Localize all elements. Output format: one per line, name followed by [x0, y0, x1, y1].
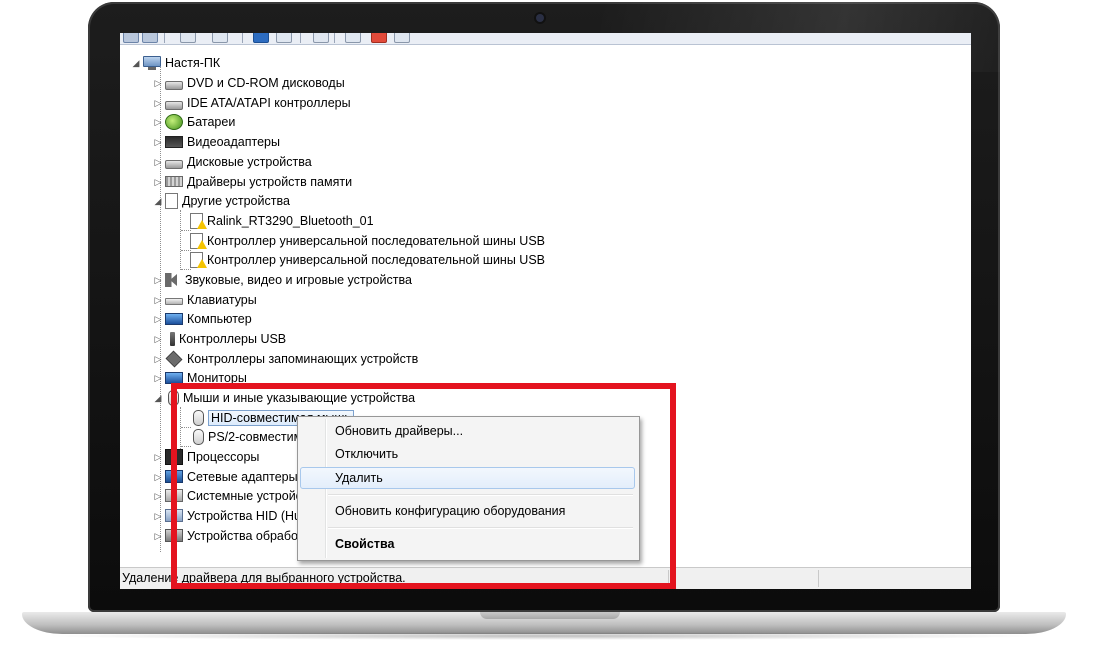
disable-icon[interactable]: [394, 33, 410, 43]
webcam-icon: [536, 14, 544, 22]
expand-arrow-icon[interactable]: ▷: [154, 78, 162, 88]
tree-item-dvd-drives[interactable]: ▷ DVD и CD-ROM дисководы: [154, 73, 345, 92]
forward-icon[interactable]: [142, 33, 158, 43]
tree-connector: [180, 210, 181, 270]
expand-arrow-icon[interactable]: ▷: [154, 177, 162, 187]
tree-item-label: IDE ATA/ATAPI контроллеры: [187, 95, 351, 110]
help-icon[interactable]: [253, 33, 269, 43]
tree-item-computer[interactable]: ▷ Компьютер: [154, 309, 252, 328]
expand-arrow-icon[interactable]: ▷: [154, 491, 162, 501]
usb-icon: [170, 331, 175, 346]
collapse-arrow-icon[interactable]: ◢: [132, 58, 140, 68]
expand-arrow-icon[interactable]: ▷: [154, 334, 162, 344]
tree-item-label: Звуковые, видео и игровые устройства: [185, 272, 412, 287]
tree-item-label: Другие устройства: [182, 193, 290, 208]
toolbar-separator: [242, 33, 243, 43]
tree-item-label: Клавиатуры: [187, 292, 257, 307]
display-adapter-icon: [165, 135, 183, 148]
tree-item-label: DVD и CD-ROM дисководы: [187, 75, 345, 90]
tree-item-usb-controller[interactable]: Контроллер универсальной последовательно…: [190, 250, 545, 269]
laptop-base-notch: [480, 612, 620, 619]
expand-arrow-icon[interactable]: ▷: [154, 452, 162, 462]
back-icon[interactable]: [123, 33, 139, 43]
tree-item-disk-drives[interactable]: ▷ Дисковые устройства: [154, 152, 312, 171]
unknown-device-icon: [165, 192, 178, 209]
monitor-icon: [165, 371, 183, 384]
tree-item-sound-devices[interactable]: ▷ Звуковые, видео и игровые устройства: [154, 270, 412, 289]
tree-root-label: Настя-ПК: [165, 55, 221, 70]
tree-item-label: Контроллеры запоминающих устройств: [187, 351, 419, 366]
tree-item-ralink-bluetooth[interactable]: Ralink_RT3290_Bluetooth_01: [190, 211, 374, 230]
expand-arrow-icon[interactable]: ▷: [154, 157, 162, 167]
toolbar-separator: [164, 33, 165, 43]
toolbar-separator: [334, 33, 335, 43]
expand-arrow-icon[interactable]: ▷: [154, 137, 162, 147]
tree-item-memory-devices[interactable]: ▷ Драйверы устройств памяти: [154, 172, 353, 191]
expand-arrow-icon[interactable]: ▷: [154, 117, 162, 127]
tree-item-ide-controllers[interactable]: ▷ IDE ATA/ATAPI контроллеры: [154, 93, 351, 112]
ide-controller-icon: [165, 100, 183, 110]
collapse-arrow-icon[interactable]: ◢: [154, 196, 162, 206]
properties-icon[interactable]: [212, 33, 228, 43]
battery-icon: [165, 113, 183, 130]
tree-item-other-devices[interactable]: ◢ Другие устройства: [154, 191, 290, 210]
expand-arrow-icon[interactable]: ▷: [154, 295, 162, 305]
tree-item-label: Драйверы устройств памяти: [187, 174, 353, 189]
tree-item-usb-controller[interactable]: Контроллер универсальной последовательно…: [190, 231, 545, 250]
tree-item-keyboards[interactable]: ▷ Клавиатуры: [154, 290, 257, 309]
tree-item-display-adapters[interactable]: ▷ Видеоадаптеры: [154, 132, 280, 151]
uninstall-icon[interactable]: [371, 33, 387, 43]
expand-arrow-icon[interactable]: ▷: [154, 472, 162, 482]
tree-item-label: Батареи: [187, 114, 236, 129]
dvd-drive-icon: [165, 80, 183, 90]
tree-item-usb-controllers[interactable]: ▷ Контроллеры USB: [154, 329, 286, 348]
update-driver-icon[interactable]: [345, 33, 361, 43]
disk-drive-icon: [165, 159, 183, 169]
tree-item-label: Дисковые устройства: [187, 154, 312, 169]
expand-arrow-icon[interactable]: ▷: [154, 275, 162, 285]
tree-item-label: Контроллеры USB: [179, 331, 287, 346]
expand-arrow-icon[interactable]: ▷: [154, 354, 162, 364]
view-icon[interactable]: [276, 33, 292, 43]
tree-item-batteries[interactable]: ▷ Батареи: [154, 112, 235, 131]
warning-device-icon: [190, 212, 207, 229]
tree-root[interactable]: ◢ Настя-ПК: [132, 53, 220, 72]
tree-item-label: Контроллер универсальной последовательно…: [207, 252, 545, 267]
speaker-icon: [165, 272, 181, 287]
scan-hardware-icon[interactable]: [313, 33, 329, 43]
computer-icon: [143, 55, 161, 70]
collapse-arrow-icon[interactable]: ◢: [154, 393, 162, 403]
memory-device-icon: [165, 176, 183, 187]
tree-item-label: Компьютер: [187, 311, 252, 326]
laptop-shadow: [40, 632, 1048, 640]
toolbar: [120, 33, 971, 45]
expand-arrow-icon[interactable]: ▷: [154, 511, 162, 521]
toolbar-separator: [300, 33, 301, 43]
warning-device-icon: [190, 251, 207, 268]
warning-device-icon: [190, 232, 207, 249]
storage-controller-icon: [165, 350, 183, 367]
tree-item-label: Ralink_RT3290_Bluetooth_01: [207, 213, 374, 228]
tree-item-label: Видеоадаптеры: [187, 134, 280, 149]
expand-arrow-icon[interactable]: ▷: [154, 531, 162, 541]
tree-item-storage-controllers[interactable]: ▷ Контроллеры запоминающих устройств: [154, 349, 418, 368]
expand-arrow-icon[interactable]: ▷: [154, 373, 162, 383]
computer-icon: [165, 312, 183, 325]
expand-arrow-icon[interactable]: ▷: [154, 98, 162, 108]
expand-arrow-icon[interactable]: ▷: [154, 314, 162, 324]
red-highlight-frame: [171, 383, 676, 589]
show-hide-tree-icon[interactable]: [180, 33, 196, 43]
status-separator: [818, 570, 819, 587]
keyboard-icon: [165, 298, 183, 305]
tree-item-label: Контроллер универсальной последовательно…: [207, 233, 545, 248]
